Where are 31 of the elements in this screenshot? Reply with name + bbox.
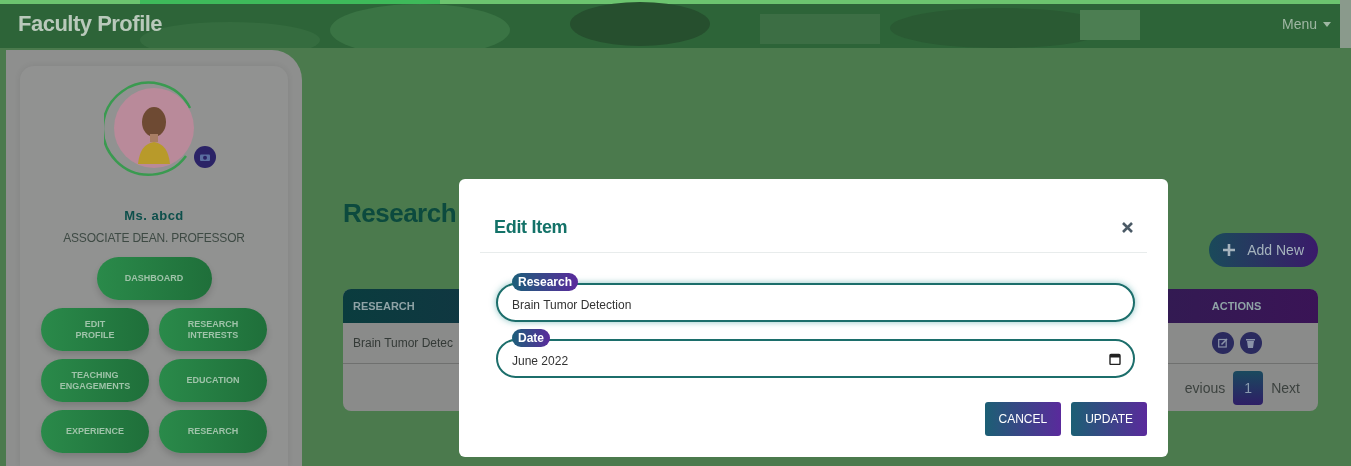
plus-icon [1223,244,1236,256]
nav-button[interactable]: RESEARCH INTERESTS [159,308,267,351]
nav-button[interactable]: DASHBOARD [96,257,212,300]
nav-button[interactable]: EXPERIENCE [41,410,149,453]
previous-link[interactable]: evious [1176,379,1234,396]
page-number[interactable]: 1 [1233,370,1264,405]
caret-icon [1323,21,1331,27]
dialog-title: Edit Item [494,217,568,238]
camera-icon[interactable] [194,146,216,168]
dialog-button[interactable]: UPDATE [1071,402,1147,436]
calendar-icon[interactable] [1109,353,1121,365]
profile-name: Ms. abcd [124,208,184,223]
nav-button[interactable]: RESEARCH [159,410,267,453]
nav-button[interactable]: TEACHING ENGAGEMENTS [41,359,149,402]
dialog-button[interactable]: CANCEL [984,402,1062,436]
table-cell-text: Brain Tumor Detec [352,336,455,350]
close-icon[interactable] [1122,222,1133,233]
nav-button[interactable]: EDIT PROFILE [41,308,149,351]
next-link[interactable]: Next [1263,379,1308,396]
menu-button[interactable]: Menu [1281,16,1339,32]
trash-icon[interactable] [1239,332,1262,354]
edit-icon[interactable] [1211,332,1234,354]
column-header: RESEARCH [352,300,416,312]
nav-button[interactable]: EDUCATION [159,359,267,402]
add-new-button[interactable]: Add New [1209,233,1318,267]
field-label: Date [512,329,550,347]
profile-role: ASSOCIATE DEAN. PROFESSOR [63,231,245,245]
section-title: Research [343,198,457,229]
column-header: ACTIONS [1210,300,1263,312]
field-label: Research [512,273,579,291]
page-title: Faculty Profile [18,11,163,37]
